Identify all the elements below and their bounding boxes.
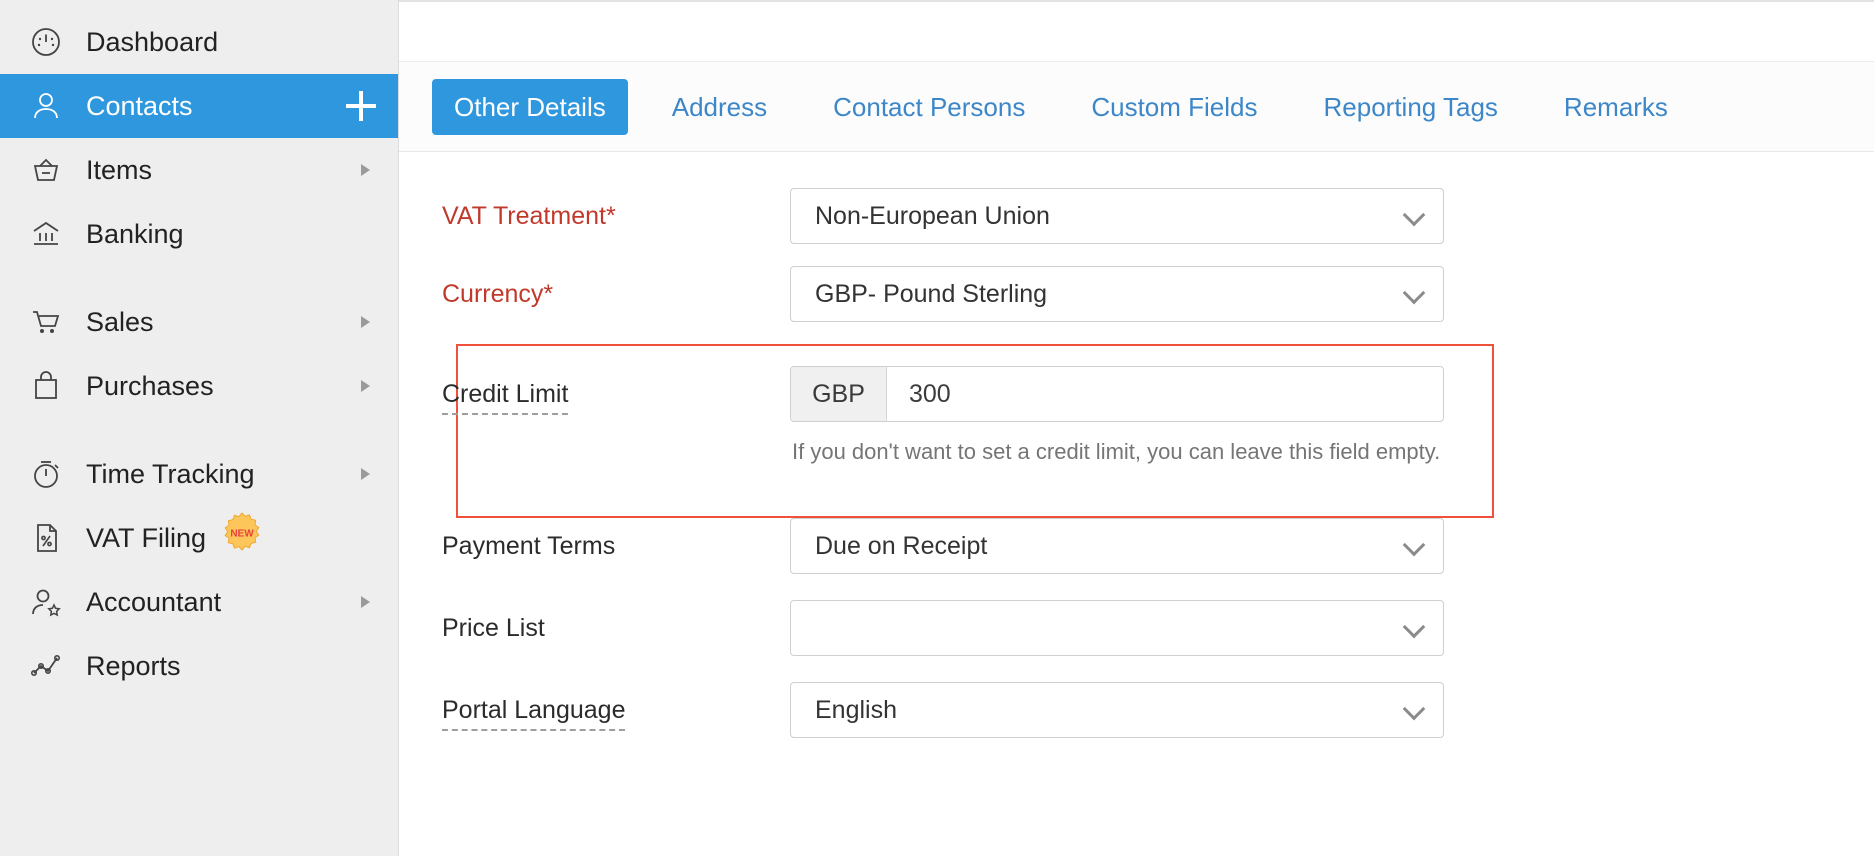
credit-limit-input-group[interactable]: GBP 300 (790, 366, 1444, 422)
credit-limit-label: Credit Limit (432, 366, 790, 409)
form-row-price-list: Price List (432, 600, 1874, 662)
portal-language-field: English (790, 682, 1444, 738)
sidebar-item-label: Time Tracking (86, 459, 255, 490)
items-basket-icon (24, 150, 68, 190)
vat-treatment-label: VAT Treatment* (432, 188, 790, 231)
form-row-currency: Currency* GBP- Pound Sterling (432, 266, 1874, 328)
tab-remarks[interactable]: Remarks (1542, 79, 1690, 135)
vat-treatment-select[interactable]: Non-European Union (790, 188, 1444, 244)
sidebar: Dashboard Contacts Items (0, 0, 399, 856)
add-contact-plus-icon[interactable] (346, 91, 376, 121)
chevron-right-icon (361, 316, 370, 328)
vat-treatment-value: Non-European Union (815, 202, 1403, 231)
sidebar-item-sales[interactable]: Sales (0, 290, 398, 354)
chevron-down-icon (1403, 535, 1425, 557)
tab-reporting-tags[interactable]: Reporting Tags (1302, 79, 1520, 135)
chevron-down-icon (1403, 205, 1425, 227)
app-window: Dashboard Contacts Items (0, 0, 1874, 856)
credit-limit-input[interactable]: 300 (887, 367, 1443, 421)
tab-bar: Other Details Address Contact Persons Cu… (399, 62, 1874, 152)
chevron-right-icon (361, 468, 370, 480)
accountant-person-star-icon (24, 582, 68, 622)
payment-terms-select[interactable]: Due on Receipt (790, 518, 1444, 574)
chevron-right-icon (361, 596, 370, 608)
sidebar-item-accountant[interactable]: Accountant (0, 570, 398, 634)
dashboard-gauge-icon (24, 22, 68, 62)
chevron-down-icon (1403, 283, 1425, 305)
banking-bank-icon (24, 214, 68, 254)
form-row-credit-limit: Credit Limit GBP 300 If you don't want t… (432, 366, 1874, 474)
new-badge: NEW (220, 511, 264, 562)
price-list-select[interactable] (790, 600, 1444, 656)
vat-filing-document-percent-icon (24, 518, 68, 558)
sidebar-item-items[interactable]: Items (0, 138, 398, 202)
purchases-bag-icon (24, 366, 68, 406)
sidebar-divider-gap (0, 266, 398, 290)
sidebar-item-label: Sales (86, 307, 154, 338)
content-header-strip (399, 0, 1874, 62)
currency-label: Currency* (432, 266, 790, 309)
currency-select[interactable]: GBP- Pound Sterling (790, 266, 1444, 322)
sales-cart-icon (24, 302, 68, 342)
sidebar-item-contacts[interactable]: Contacts (0, 74, 398, 138)
reports-line-chart-icon (24, 646, 68, 686)
chevron-down-icon (1403, 699, 1425, 721)
tab-custom-fields[interactable]: Custom Fields (1069, 79, 1279, 135)
sidebar-item-label: Items (86, 155, 152, 186)
sidebar-item-label: Reports (86, 651, 181, 682)
portal-language-value: English (815, 696, 1403, 725)
sidebar-item-label: Contacts (86, 91, 193, 122)
sidebar-item-reports[interactable]: Reports (0, 634, 398, 698)
sidebar-item-vat-filing[interactable]: VAT Filing NEW (0, 506, 398, 570)
form-row-portal-language: Portal Language English (432, 682, 1874, 744)
sidebar-item-purchases[interactable]: Purchases (0, 354, 398, 418)
portal-language-label: Portal Language (432, 682, 790, 725)
payment-terms-field: Due on Receipt (790, 518, 1444, 574)
sidebar-item-label: VAT Filing (86, 523, 206, 554)
credit-limit-help-text: If you don't want to set a credit limit,… (790, 430, 1444, 474)
price-list-label: Price List (432, 600, 790, 643)
form-row-vat-treatment: VAT Treatment* Non-European Union (432, 188, 1874, 250)
chevron-down-icon (1403, 617, 1425, 639)
tab-address[interactable]: Address (650, 79, 789, 135)
sidebar-item-banking[interactable]: Banking (0, 202, 398, 266)
tab-contact-persons[interactable]: Contact Persons (811, 79, 1047, 135)
contacts-person-icon (24, 86, 68, 126)
payment-terms-label: Payment Terms (432, 518, 790, 561)
sidebar-item-dashboard[interactable]: Dashboard (0, 10, 398, 74)
other-details-form: VAT Treatment* Non-European Union Curren… (399, 152, 1874, 744)
vat-treatment-field: Non-European Union (790, 188, 1444, 244)
credit-limit-section: Credit Limit GBP 300 If you don't want t… (432, 344, 1874, 492)
payment-terms-value: Due on Receipt (815, 532, 1403, 561)
time-tracking-stopwatch-icon (24, 454, 68, 494)
credit-limit-field: GBP 300 If you don't want to set a credi… (790, 366, 1444, 474)
portal-language-select[interactable]: English (790, 682, 1444, 738)
sidebar-item-label: Accountant (86, 587, 221, 618)
chevron-right-icon (361, 380, 370, 392)
sidebar-item-label: Purchases (86, 371, 214, 402)
svg-text:NEW: NEW (230, 528, 254, 539)
tab-other-details[interactable]: Other Details (432, 79, 628, 135)
sidebar-divider-gap-2 (0, 418, 398, 442)
form-row-payment-terms: Payment Terms Due on Receipt (432, 518, 1874, 580)
credit-limit-currency-prefix: GBP (791, 367, 887, 421)
main-content: Other Details Address Contact Persons Cu… (399, 0, 1874, 856)
currency-field: GBP- Pound Sterling (790, 266, 1444, 322)
chevron-right-icon (361, 164, 370, 176)
sidebar-item-label: Dashboard (86, 27, 218, 58)
currency-value: GBP- Pound Sterling (815, 280, 1403, 309)
sidebar-item-label: Banking (86, 219, 184, 250)
price-list-field (790, 600, 1444, 656)
sidebar-item-time-tracking[interactable]: Time Tracking (0, 442, 398, 506)
